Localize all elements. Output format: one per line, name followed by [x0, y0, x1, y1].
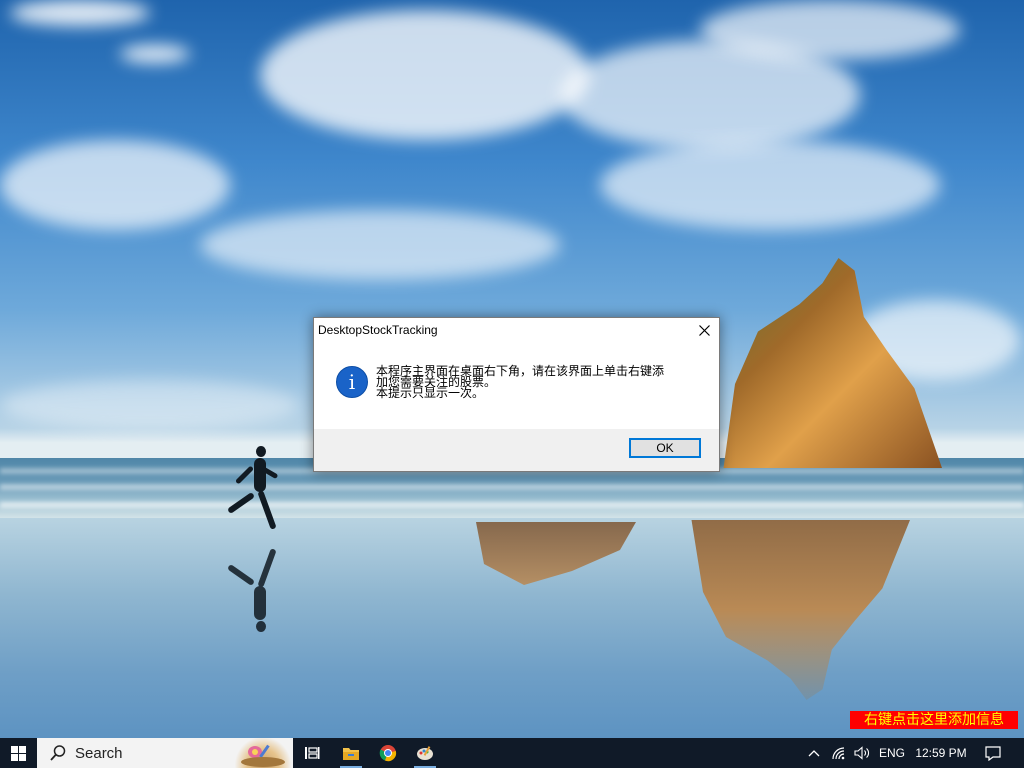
search-icon — [50, 745, 66, 761]
paint-app-icon — [417, 746, 433, 760]
dialog-title: DesktopStockTracking — [318, 323, 438, 337]
language-indicator[interactable]: ENG — [876, 738, 908, 768]
action-center-button[interactable] — [978, 738, 1008, 768]
task-view-button[interactable] — [297, 738, 327, 768]
cloud — [10, 0, 150, 26]
show-hidden-icons-button[interactable] — [804, 738, 824, 768]
message-line: 本提示只显示一次。 — [376, 386, 485, 400]
cloud — [0, 380, 300, 430]
chrome-icon — [379, 745, 397, 762]
close-button[interactable] — [689, 318, 719, 342]
cloud — [700, 0, 960, 60]
runner-reflection — [222, 540, 286, 632]
network-icon — [832, 747, 845, 760]
windows-start-icon — [10, 745, 26, 761]
volume-button[interactable] — [851, 738, 873, 768]
cloud — [120, 45, 190, 63]
search-highlight-image — [233, 738, 293, 768]
cloud — [600, 140, 940, 230]
task-view-icon — [305, 747, 320, 759]
network-button[interactable] — [828, 738, 850, 768]
taskbar: Search ENG 12:59 PM — [0, 738, 1024, 768]
chrome-button[interactable] — [373, 738, 403, 768]
volume-icon — [854, 746, 869, 760]
wave-foam — [0, 502, 1024, 508]
paint-app-button[interactable] — [410, 738, 440, 768]
start-button[interactable] — [0, 738, 36, 768]
notification-icon — [985, 745, 1001, 761]
message-dialog: DesktopStockTracking i 本程序主界面在桌面右下角，请在该界… — [313, 317, 720, 472]
info-icon: i — [336, 366, 368, 398]
chevron-up-icon — [808, 750, 820, 757]
language-label: ENG — [878, 746, 905, 760]
cloud — [0, 140, 230, 230]
clock-time: 12:59 PM — [915, 746, 967, 760]
ok-button[interactable]: OK — [629, 438, 701, 458]
search-label: Search — [75, 744, 123, 762]
file-explorer-icon — [343, 748, 359, 760]
close-icon — [698, 324, 710, 336]
search-box[interactable]: Search — [37, 738, 293, 768]
wave-foam — [0, 484, 1024, 490]
clock[interactable]: 12:59 PM — [910, 738, 972, 768]
cloud — [260, 10, 590, 140]
add-info-notice[interactable]: 右键点击这里添加信息 — [850, 711, 1018, 729]
cloud — [200, 210, 560, 280]
dialog-message: 本程序主界面在桌面右下角，请在该界面上单击右键添 加您需要关注的股票。 本提示只… — [376, 365, 706, 400]
file-explorer-button[interactable] — [336, 738, 366, 768]
runner-silhouette — [222, 446, 286, 538]
